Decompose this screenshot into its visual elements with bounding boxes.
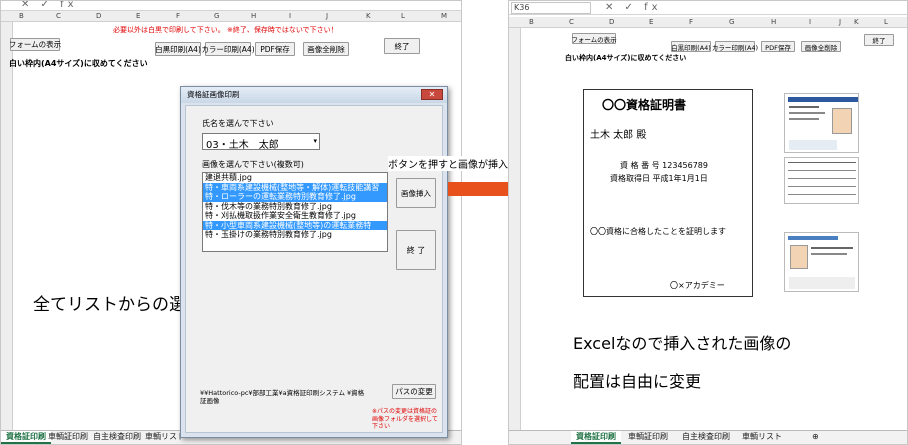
print-notice: 必要以外は白黒で印刷して下さい。 ※終了、保存時ではないで下さい！ bbox=[113, 26, 338, 34]
tab-self-inspection-print[interactable]: 自主検査印刷 bbox=[88, 431, 146, 444]
right-column-header-b[interactable]: B bbox=[529, 18, 534, 26]
right-bw-print-button[interactable]: 白黒印刷(A4) bbox=[671, 41, 711, 52]
end-button[interactable]: 終 了 bbox=[396, 230, 436, 270]
right-tab-self-inspection-print[interactable]: 自主検査印刷 bbox=[677, 431, 735, 444]
left-formula-bar: ✕ ✓ fx bbox=[1, 1, 461, 11]
certificate-frame: 〇〇資格証明書 土木 太郎 殿 資 格 番 号 123456789 資格取得日 … bbox=[583, 89, 753, 297]
right-row-header bbox=[509, 28, 521, 430]
name-label: 氏名を選んで下さい bbox=[202, 119, 274, 128]
right-tab-vehicle-list[interactable]: 車輌リスト bbox=[737, 431, 787, 444]
column-header-f[interactable]: F bbox=[176, 12, 180, 20]
certificate-title: 〇〇資格証明書 bbox=[602, 98, 687, 112]
right-finish-button[interactable]: 終了 bbox=[864, 34, 894, 46]
right-column-header: B C D E F G H I J K L bbox=[509, 17, 907, 28]
add-sheet-icon[interactable]: ⊕ bbox=[807, 431, 824, 444]
right-column-header-g[interactable]: G bbox=[729, 18, 734, 26]
right-tab-certificate-print[interactable]: 資格証印刷 bbox=[571, 431, 621, 444]
column-header-l[interactable]: L bbox=[401, 12, 405, 20]
column-header-m[interactable]: M bbox=[441, 12, 447, 20]
column-header-c[interactable]: C bbox=[56, 12, 61, 20]
sheet-heading: 白い枠内(A4サイズ)に収めてください bbox=[9, 59, 148, 68]
dialog-title: 資格証画像印刷 bbox=[181, 87, 447, 103]
certificate-number: 資 格 番 号 123456789 bbox=[620, 161, 708, 170]
certificate-body: 〇〇資格に合格したことを証明します bbox=[590, 227, 726, 236]
insert-image-button[interactable]: 画像挿入 bbox=[396, 178, 436, 208]
right-column-header-f[interactable]: F bbox=[689, 18, 693, 26]
right-column-header-l[interactable]: L bbox=[884, 18, 888, 26]
image-label: 画像を選んで下さい(複数可) bbox=[202, 160, 304, 169]
show-form-button[interactable]: フォームの表示 bbox=[9, 38, 61, 51]
column-header-i[interactable]: I bbox=[289, 12, 291, 20]
avatar bbox=[832, 108, 852, 134]
right-formula-icons: ✕ ✓ fx bbox=[605, 2, 662, 13]
right-caption-line1: Excelなので挿入された画像の bbox=[573, 334, 792, 353]
column-header-k[interactable]: K bbox=[366, 12, 371, 20]
image-listbox[interactable]: 建退共積.jpg 特・車両系建設機械(整地等・解体)運転技能講習 特・ローラーの運転… bbox=[202, 172, 388, 252]
right-column-header-d[interactable]: D bbox=[609, 18, 614, 26]
finish-button[interactable]: 終了 bbox=[384, 38, 420, 54]
license-card-image-3[interactable] bbox=[784, 232, 859, 292]
column-header-d[interactable]: D bbox=[96, 12, 101, 20]
right-column-header-j[interactable]: J bbox=[839, 18, 841, 26]
avatar bbox=[790, 245, 808, 269]
list-item[interactable]: 特・刈払機取扱作業安全衛生教育修了.jpg bbox=[203, 211, 387, 221]
chevron-down-icon[interactable]: ▾ bbox=[313, 137, 317, 145]
column-header-g[interactable]: G bbox=[214, 12, 219, 20]
column-header-h[interactable]: H bbox=[251, 12, 256, 20]
change-path-button[interactable]: パスの変更 bbox=[392, 384, 436, 399]
name-select[interactable]: 03・土木 太郎 ▾ bbox=[202, 133, 320, 151]
name-select-value: 03・土木 太郎 bbox=[206, 140, 279, 151]
left-formula-icons: ✕ ✓ fx bbox=[21, 0, 78, 10]
certificate-date: 資格取得日 平成1年1月1日 bbox=[610, 174, 708, 183]
right-formula-bar: K36 ✕ ✓ fx bbox=[509, 1, 907, 15]
pdf-save-button[interactable]: PDF保存 bbox=[255, 42, 295, 56]
license-card-image-1[interactable] bbox=[784, 93, 859, 153]
delete-all-images-button[interactable]: 画像全削除 bbox=[303, 42, 349, 56]
list-item[interactable]: 特・玉掛けの業務特別教育修了.jpg bbox=[203, 230, 387, 240]
bw-print-button[interactable]: 白黒印刷(A4) bbox=[155, 42, 201, 56]
right-column-header-c[interactable]: C bbox=[569, 18, 574, 26]
list-item[interactable]: 特・小型車両系建設機械(整地等)の運転業務特 bbox=[203, 220, 387, 230]
list-item[interactable]: 特・車両系建設機械(整地等・解体)運転技能講習 bbox=[203, 182, 387, 192]
right-pdf-save-button[interactable]: PDF保存 bbox=[761, 41, 795, 52]
certificate-issuer: 〇×アカデミー bbox=[670, 281, 725, 290]
certificate-image-dialog: 資格証画像印刷 ✕ 氏名を選んで下さい 03・土木 太郎 ▾ 画像を選んで下さい… bbox=[180, 86, 448, 438]
right-sheet-tabs: 資格証印刷 車輌証印刷 自主検査印刷 車輌リスト ⊕ bbox=[509, 430, 907, 444]
left-row-header bbox=[1, 22, 13, 430]
right-column-header-e[interactable]: E bbox=[649, 18, 653, 26]
license-card-image-2[interactable] bbox=[784, 157, 859, 204]
right-tab-vehicle-print[interactable]: 車輌証印刷 bbox=[623, 431, 673, 444]
left-column-header: B C D E F G H I J K L M bbox=[1, 11, 461, 22]
right-column-header-h[interactable]: H bbox=[771, 18, 776, 26]
path-note: ※パスの変更は資格証の画像フォルダを選択して下さい bbox=[372, 408, 438, 430]
list-item[interactable]: 建退共積.jpg bbox=[203, 173, 387, 183]
certificate-recipient: 土木 太郎 殿 bbox=[590, 130, 647, 141]
list-item[interactable]: 特・ローラーの運転業務特別教育修了.jpg bbox=[203, 192, 387, 202]
color-print-button[interactable]: カラー印刷(A4) bbox=[201, 42, 255, 56]
right-show-form-button[interactable]: フォームの表示 bbox=[571, 33, 617, 44]
close-icon[interactable]: ✕ bbox=[421, 89, 443, 100]
right-color-print-button[interactable]: カラー印刷(A4) bbox=[712, 41, 758, 52]
tab-vehicle-print[interactable]: 車輌証印刷 bbox=[43, 431, 93, 444]
dialog-body: 氏名を選んで下さい 03・土木 太郎 ▾ 画像を選んで下さい(複数可) 建退共積… bbox=[185, 105, 443, 433]
right-column-header-i[interactable]: I bbox=[809, 18, 811, 26]
right-caption-line2: 配置は自由に変更 bbox=[573, 372, 702, 391]
list-item[interactable]: 特・伐木等の業務特別教育修了.jpg bbox=[203, 202, 387, 212]
column-header-b[interactable]: B bbox=[19, 12, 24, 20]
right-column-header-k[interactable]: K bbox=[854, 18, 859, 26]
right-sheet-heading: 白い枠内(A4サイズ)に収めてください bbox=[565, 54, 687, 62]
column-header-j[interactable]: J bbox=[326, 12, 328, 20]
column-header-e[interactable]: E bbox=[136, 12, 140, 20]
path-text: ¥¥Hattorico-pc¥部部工業¥a資格証印刷システム ¥資格証画像 bbox=[200, 389, 365, 405]
name-box[interactable]: K36 bbox=[511, 2, 591, 14]
right-delete-all-images-button[interactable]: 画像全削除 bbox=[801, 41, 841, 52]
